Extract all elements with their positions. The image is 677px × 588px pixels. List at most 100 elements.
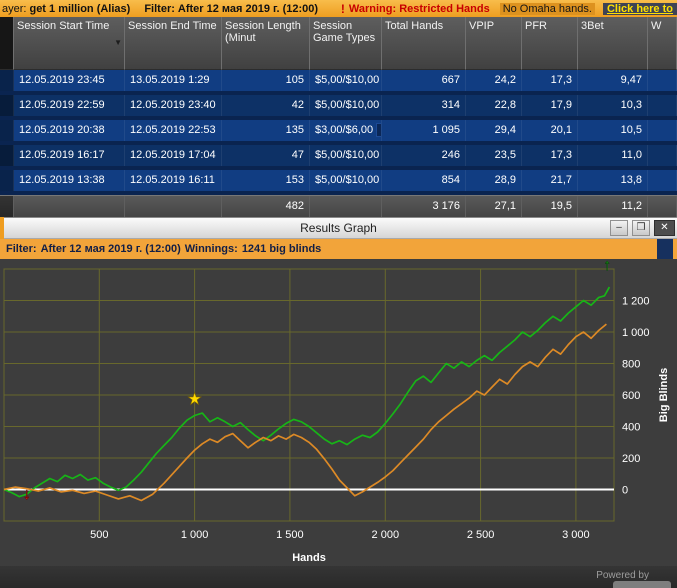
table-cell xyxy=(648,70,677,91)
svg-text:1 500: 1 500 xyxy=(276,529,304,541)
svg-text:400: 400 xyxy=(622,422,640,434)
poker-tracker-window: ayer: get 1 million (Alias) Filter: Afte… xyxy=(0,0,677,588)
player-name[interactable]: get 1 million (Alias) xyxy=(29,3,130,15)
table-cell: 20,1 xyxy=(522,120,578,141)
table-cell: 246 xyxy=(382,145,466,166)
column-header[interactable]: VPIP xyxy=(466,17,522,70)
svg-text:500: 500 xyxy=(90,529,108,541)
svg-text:↓: ↓ xyxy=(23,486,31,503)
table-cell xyxy=(648,145,677,166)
graph-winnings-label: Winnings: xyxy=(184,243,238,255)
table-cell: 11,0 xyxy=(578,145,648,166)
warning-icon: ! xyxy=(340,1,345,16)
summary-cell: 19,5 xyxy=(522,196,578,217)
table-cell: 153 xyxy=(222,170,310,191)
table-cell: 24,2 xyxy=(466,70,522,91)
column-header[interactable]: Session Length (Minut xyxy=(222,17,310,70)
table-header: Session Start Time ▼ Session End Time Sessi… xyxy=(0,17,677,70)
warning-section: ! Warning: Restricted Hands No Omaha han… xyxy=(333,2,677,16)
table-cell: 10,3 xyxy=(578,95,648,116)
column-header[interactable]: W xyxy=(648,17,677,70)
column-header[interactable] xyxy=(0,17,14,70)
column-header[interactable]: Session End Time xyxy=(125,17,222,70)
table-cell xyxy=(0,170,14,191)
summary-cell xyxy=(125,196,222,217)
table-cell: 12.05.2019 17:04 xyxy=(125,145,222,166)
filter-bar-corner-box xyxy=(657,239,673,259)
table-cell: 42 xyxy=(222,95,310,116)
table-cell: $5,00/$10,00 xyxy=(310,95,382,116)
table-cell: $5,00/$10,00 xyxy=(310,145,382,166)
results-graph-titlebar[interactable]: Results Graph – ❒ ✕ xyxy=(0,217,677,239)
table-cell xyxy=(0,120,14,141)
graph-filter-label: Filter: xyxy=(6,243,37,255)
column-header[interactable]: Session Game Types xyxy=(310,17,382,70)
svg-text:0: 0 xyxy=(622,485,628,497)
svg-text:200: 200 xyxy=(622,453,640,465)
table-cell: 10,5 xyxy=(578,120,648,141)
table-cell: 12.05.2019 20:38 xyxy=(14,120,125,141)
table-cell: 1 095 xyxy=(382,120,466,141)
table-cell: 314 xyxy=(382,95,466,116)
table-cell xyxy=(0,70,14,91)
table-cell xyxy=(648,95,677,116)
column-header[interactable]: 3Bet xyxy=(578,17,648,70)
table-cell: 17,9 xyxy=(522,95,578,116)
table-cell: 47 xyxy=(222,145,310,166)
table-cell: 12.05.2019 16:11 xyxy=(125,170,222,191)
powered-by-label: Powered by xyxy=(596,570,649,581)
svg-text:↑: ↑ xyxy=(603,259,611,274)
table-cell: 12.05.2019 23:45 xyxy=(14,70,125,91)
table-row[interactable]: 12.05.2019 23:45 13.05.2019 1:29 105 $5,00/… xyxy=(0,70,677,95)
filter-label: Filter: xyxy=(144,2,175,15)
table-cell: $5,00/$10,00 xyxy=(310,170,382,191)
session-table-body: 12.05.2019 23:45 13.05.2019 1:29 105 $5,00/… xyxy=(0,70,677,195)
table-cell: 23,5 xyxy=(466,145,522,166)
table-cell: 667 xyxy=(382,70,466,91)
table-cell: 13,8 xyxy=(578,170,648,191)
table-cell xyxy=(0,145,14,166)
table-cell: 9,47 xyxy=(578,70,648,91)
summary-cell: 3 176 xyxy=(382,196,466,217)
column-header[interactable]: Total Hands xyxy=(382,17,466,70)
summary-cell xyxy=(648,196,677,217)
table-cell: $5,00/$10,00 xyxy=(310,70,382,91)
table-cell: 12.05.2019 16:17 xyxy=(14,145,125,166)
close-button[interactable]: ✕ xyxy=(654,220,675,236)
svg-text:1 000: 1 000 xyxy=(622,327,650,339)
filter-value[interactable]: After 12 мая 2019 г. (12:00) xyxy=(178,3,318,15)
results-graph-chart: 500 1 000 1 500 2 000 2 500 3 000 0 200 400 600 80… xyxy=(0,259,677,566)
table-cell: 12.05.2019 23:40 xyxy=(125,95,222,116)
table-row[interactable]: 12.05.2019 22:59 12.05.2019 23:40 42 $5,00/… xyxy=(0,95,677,120)
svg-text:Hands: Hands xyxy=(292,552,326,564)
summary-cell xyxy=(0,196,14,217)
table-cell: 21,7 xyxy=(522,170,578,191)
warning-detail: No Omaha hands. xyxy=(499,2,595,15)
warning-text: Warning: Restricted Hands xyxy=(348,2,490,15)
graph-filter-bar: Filter: After 12 мая 2019 г. (12:00) Win… xyxy=(0,239,677,259)
table-cell: 12.05.2019 22:59 xyxy=(14,95,125,116)
svg-text:800: 800 xyxy=(622,359,640,371)
table-row[interactable]: 12.05.2019 20:38 12.05.2019 22:53 135 $3,00… xyxy=(0,120,677,145)
warning-link[interactable]: Click here to xyxy=(602,2,677,15)
minimize-button[interactable]: – xyxy=(610,220,628,236)
column-header[interactable]: Session Start Time ▼ xyxy=(14,17,125,70)
table-row[interactable]: 12.05.2019 13:38 12.05.2019 16:11 153 $5,00… xyxy=(0,170,677,195)
table-cell: 28,9 xyxy=(466,170,522,191)
table-cell: 13.05.2019 1:29 xyxy=(125,70,222,91)
svg-text:1 200: 1 200 xyxy=(622,296,650,308)
results-graph-title: Results Graph xyxy=(300,221,377,235)
background-window-edge xyxy=(0,217,4,239)
table-cell: 17,3 xyxy=(522,70,578,91)
summary-cell xyxy=(14,196,125,217)
table-cell: $3,00/$6,00 xyxy=(310,120,382,141)
svg-text:★: ★ xyxy=(187,389,202,408)
sort-desc-icon: ▼ xyxy=(114,38,122,47)
player-label: ayer: xyxy=(2,2,27,15)
table-row[interactable]: 12.05.2019 16:17 12.05.2019 17:04 47 $5,00/… xyxy=(0,145,677,170)
status-bar: ayer: get 1 million (Alias) Filter: Afte… xyxy=(0,0,677,17)
graph-footer: Powered by xyxy=(0,566,677,588)
column-header[interactable]: PFR xyxy=(522,17,578,70)
maximize-button[interactable]: ❒ xyxy=(632,220,650,236)
table-cell: 135 xyxy=(222,120,310,141)
